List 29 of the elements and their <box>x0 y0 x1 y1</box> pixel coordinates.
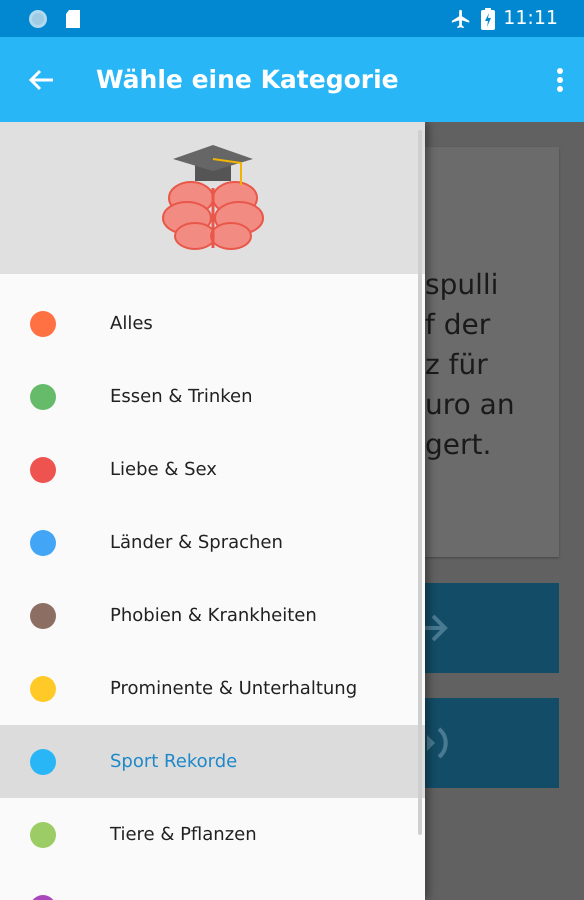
notification-icon <box>28 8 48 28</box>
category-item[interactable]: Alles <box>0 287 425 360</box>
category-item[interactable]: Prominente & Unterhaltung <box>0 652 425 725</box>
category-label: Tiere & Pflanzen <box>110 823 257 847</box>
category-item[interactable]: Liebe & Sex <box>0 433 425 506</box>
back-arrow-icon[interactable] <box>28 68 54 92</box>
category-label: Liebe & Sex <box>110 458 217 482</box>
category-label: Essen & Trinken <box>110 385 253 409</box>
fact-text-line: z für <box>425 347 488 383</box>
clock-time: 11:11 <box>503 6 558 32</box>
category-item[interactable]: Essen & Trinken <box>0 360 425 433</box>
fact-text-line: uro an <box>425 387 515 423</box>
fact-text-line: gert. <box>425 427 492 463</box>
category-item[interactable]: Länder & Sprachen <box>0 506 425 579</box>
category-label: Länder & Sprachen <box>110 531 283 555</box>
fact-text-line: spulli <box>425 267 498 303</box>
speaker-button[interactable] <box>425 698 559 788</box>
category-label: Alles <box>110 312 153 336</box>
sd-card-icon <box>64 8 82 28</box>
category-label: Prominente & Unterhaltung <box>110 677 358 701</box>
fact-text-line: f der <box>425 307 490 343</box>
category-item[interactable]: Phobien & Krankheiten <box>0 579 425 652</box>
screen-title: Wähle eine Kategorie <box>96 64 399 96</box>
next-button[interactable] <box>425 583 559 673</box>
more-options-icon[interactable] <box>556 66 564 92</box>
category-label: Sport Rekorde <box>110 750 238 774</box>
category-item[interactable]: Tiere & Pflanzen <box>0 798 425 871</box>
battery-icon <box>481 8 496 30</box>
category-label: Phobien & Krankheiten <box>110 604 317 628</box>
